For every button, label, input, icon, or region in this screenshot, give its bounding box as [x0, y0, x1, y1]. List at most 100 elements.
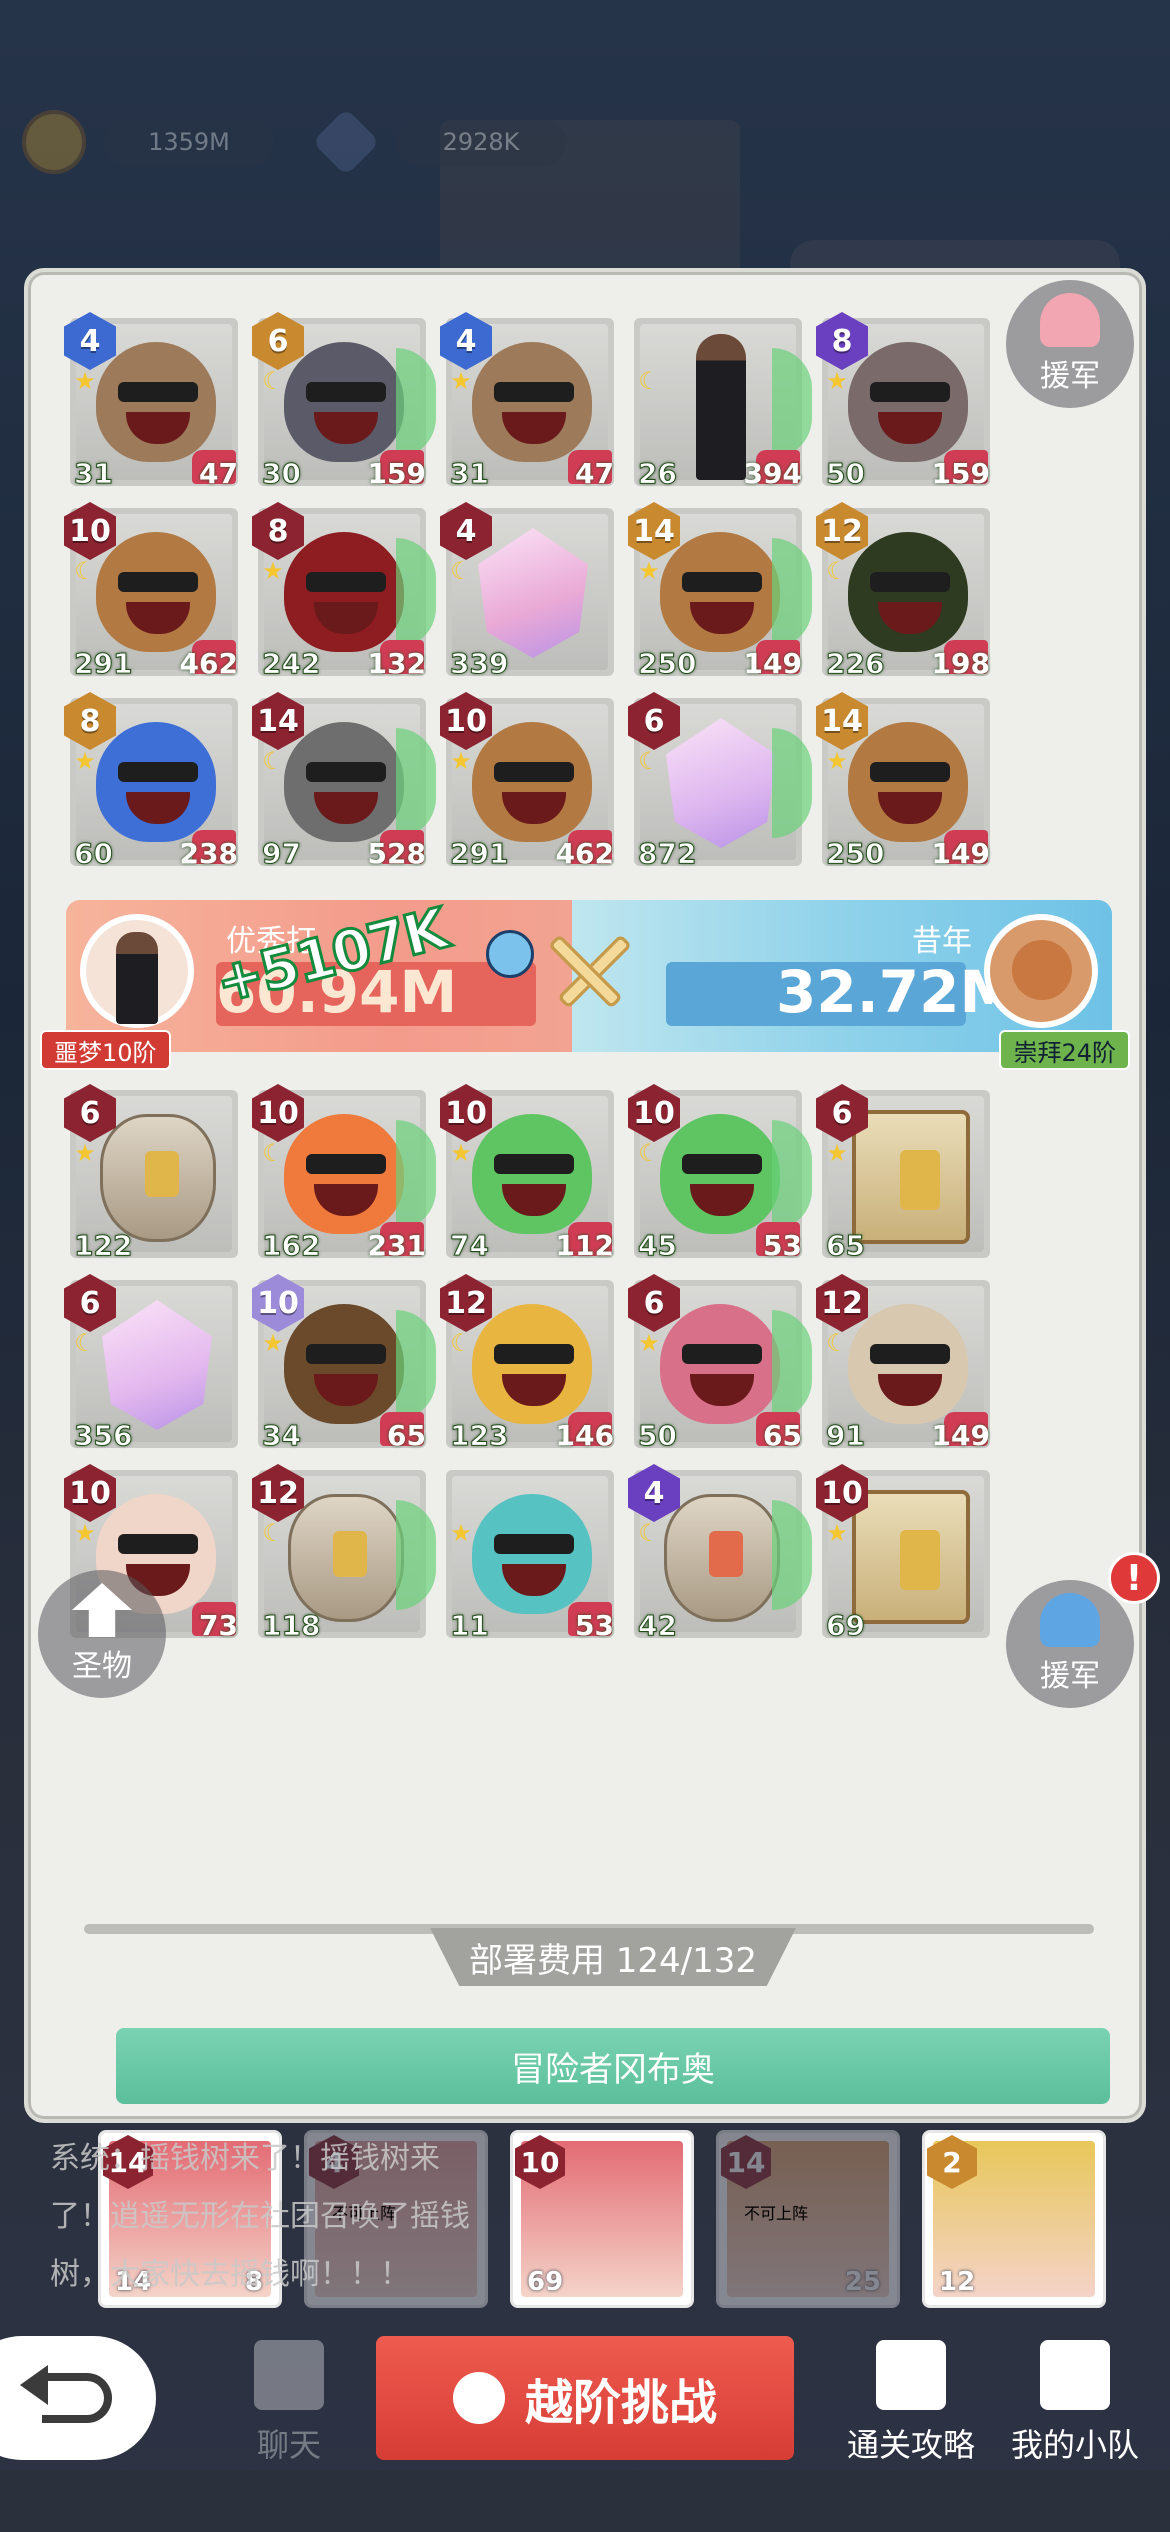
player-unit-card[interactable]: 10 ★ 69 — [816, 1464, 990, 1643]
player-unit-card[interactable]: 10 ★ 112 74 — [440, 1084, 614, 1263]
opponent-unit-card[interactable]: 6 ☾ 872 — [628, 692, 812, 871]
adventurer-card[interactable]: 2 12 — [922, 2130, 1106, 2308]
player-unit-card[interactable]: 6 ☾ 356 — [64, 1274, 238, 1453]
creature-eyes — [306, 1154, 386, 1174]
moon-icon: ☾ — [74, 557, 96, 585]
star-icon: ★ — [262, 557, 284, 585]
opponent-unit-card[interactable]: 14 ☾ 528 97 — [252, 692, 436, 871]
opponent-rank-tag: 崇拜24阶 — [999, 1030, 1130, 1070]
challenge-button[interactable]: 越阶挑战 — [376, 2336, 794, 2460]
item-emblem — [900, 1530, 940, 1590]
player-unit-card[interactable]: 12 ☾ 146 123 — [440, 1274, 614, 1453]
attack-value: 291 — [73, 647, 133, 681]
hp-value: 65 — [763, 1419, 802, 1452]
adventurer-stat-secondary: 25 — [844, 2267, 881, 2297]
clipboard-icon — [876, 2340, 946, 2410]
relic-button[interactable]: 圣物 — [38, 1570, 166, 1698]
opponent-avatar[interactable] — [984, 914, 1098, 1028]
player-unit-card[interactable]: 6 ★ 122 — [64, 1084, 238, 1263]
moon-icon: ☾ — [262, 367, 284, 395]
gem-resource: 2928K — [312, 108, 566, 176]
hp-value: 149 — [931, 837, 990, 870]
opponent-unit-card[interactable]: 4 ☾ 339 — [440, 502, 614, 681]
player-unit-card[interactable]: 12 ☾ 118 — [252, 1464, 436, 1643]
player-unit-card[interactable]: ★ 53 11 — [446, 1470, 614, 1643]
hp-value: 132 — [367, 647, 426, 680]
opponent-unit-card[interactable]: 12 ☾ 198 226 — [816, 502, 990, 681]
reinforce-top-button[interactable]: 援军 — [1006, 280, 1134, 408]
crossed-swords-icon — [550, 936, 630, 1007]
adventurer-stat: 69 — [527, 2267, 564, 2297]
character-figure — [696, 334, 746, 480]
opponent-unit-card[interactable]: 4 ★ 47 31 — [64, 312, 238, 491]
star-icon: ★ — [450, 367, 472, 395]
hp-value: 231 — [367, 1229, 426, 1262]
star-icon: ★ — [826, 1519, 848, 1547]
attack-value: 291 — [449, 837, 509, 871]
opponent-unit-card[interactable]: ☾ 394 26 — [634, 318, 812, 491]
chat-line: 了！逍遥无形在社团召唤了摇钱 — [50, 2199, 470, 2234]
star-icon: ★ — [450, 1519, 472, 1547]
player-unit-card[interactable]: 10 ★ 65 34 — [252, 1274, 436, 1453]
player-avatar[interactable] — [80, 914, 194, 1028]
guide-label: 通关攻略 — [846, 2426, 975, 2464]
star-icon: ★ — [826, 747, 848, 775]
opponent-unit-card[interactable]: 10 ☾ 462 291 — [64, 502, 238, 681]
reinforce-bottom-button[interactable]: 援军 — [1006, 1580, 1134, 1708]
rarity-glow — [396, 1500, 436, 1610]
emoji-face-icon[interactable] — [486, 930, 534, 978]
opponent-unit-card[interactable]: 14 ★ 149 250 — [816, 692, 990, 871]
hp-value: 528 — [367, 837, 426, 870]
team-nav[interactable]: 我的小队 — [1000, 2340, 1150, 2480]
alert-badge: ! — [1108, 1552, 1160, 1604]
opponent-unit-card[interactable]: 4 ★ 47 31 — [440, 312, 614, 491]
crystal-item — [666, 718, 776, 848]
bottom-nav-strip — [0, 2470, 1170, 2532]
opponent-unit-card[interactable]: 8 ★ 159 50 — [816, 312, 990, 491]
stone-item — [100, 1114, 216, 1242]
cannot-deploy-label: 不可上阵 — [744, 2204, 809, 2223]
opponent-unit-card[interactable]: 8 ★ 132 242 — [252, 502, 436, 681]
attack-value: 65 — [826, 1229, 866, 1263]
resource-hud: 1359M 2928K — [22, 108, 566, 176]
gem-icon — [312, 108, 380, 176]
creature-figure — [284, 342, 404, 462]
opponent-unit-card[interactable]: 8 ★ 238 60 — [64, 692, 238, 871]
moon-icon: ☾ — [638, 1519, 660, 1547]
crystal-item — [102, 1300, 212, 1430]
opponent-unit-card[interactable]: 14 ★ 149 250 — [628, 502, 812, 681]
gold-amount: 1359M — [104, 118, 274, 166]
creature-figure — [660, 532, 780, 652]
system-chat[interactable]: 系统：摇钱树来了！摇钱树来 了！逍遥无形在社团召唤了摇钱 树，大家快去摇钱啊！！… — [50, 2130, 530, 2304]
player-unit-card[interactable]: 10 ☾ 231 162 — [252, 1084, 436, 1263]
creature-figure — [284, 722, 404, 842]
hp-value: 146 — [555, 1419, 614, 1452]
deploy-cost: 部署费用 124/132 — [430, 1928, 796, 1986]
moon-icon: ☾ — [262, 1519, 284, 1547]
player-unit-card[interactable]: 12 ☾ 149 91 — [816, 1274, 990, 1453]
stone-item — [664, 1494, 780, 1622]
opponent-unit-card[interactable]: 6 ☾ 159 30 — [252, 312, 436, 491]
attack-value: 74 — [450, 1229, 490, 1263]
attack-value: 122 — [73, 1229, 133, 1263]
creature-eyes — [494, 1534, 574, 1554]
creature-eyes — [682, 572, 762, 592]
player-unit-card[interactable]: 4 ☾ 42 — [628, 1464, 812, 1643]
creature-eyes — [494, 382, 574, 402]
player-unit-card[interactable]: 10 ☾ 53 45 — [628, 1084, 812, 1263]
opponent-unit-card[interactable]: 10 ★ 462 291 — [440, 692, 614, 871]
gold-coin-icon — [22, 110, 86, 174]
player-unit-card[interactable]: 6 ★ 65 — [816, 1084, 990, 1263]
creature-figure — [660, 1114, 780, 1234]
adventurer-card[interactable]: 10 69 — [510, 2130, 694, 2308]
back-button[interactable] — [0, 2336, 156, 2460]
adventurer-title[interactable]: 冒险者冈布奥 — [116, 2028, 1110, 2104]
creature-eyes — [494, 1344, 574, 1364]
creature-eyes — [870, 572, 950, 592]
attack-value: 123 — [449, 1419, 509, 1453]
creature-figure — [472, 1304, 592, 1424]
chat-nav[interactable]: 聊天 — [214, 2340, 364, 2480]
player-unit-card[interactable]: 6 ★ 65 50 — [628, 1274, 812, 1453]
guide-nav[interactable]: 通关攻略 — [836, 2340, 986, 2480]
star-icon: ★ — [74, 367, 96, 395]
